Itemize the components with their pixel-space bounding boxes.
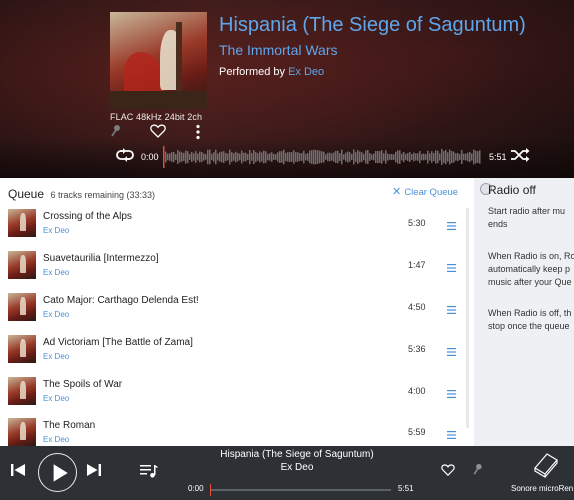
audio-format: FLAC 48kHz 24bit 2ch xyxy=(110,112,203,122)
queue-scrollbar[interactable] xyxy=(466,208,469,428)
track-title[interactable]: Hispania (The Siege of Saguntum) xyxy=(219,14,526,37)
queue-track-name[interactable]: Cato Major: Carthago Delenda Est! xyxy=(43,295,199,306)
queue-track-name[interactable]: The Roman xyxy=(43,420,95,431)
queue-row[interactable]: Crossing of the Alps Ex Deo 5:30 xyxy=(0,209,474,251)
queue-track-duration: 4:00 xyxy=(408,386,426,396)
queue-track-name[interactable]: Crossing of the Alps xyxy=(43,211,132,222)
clear-queue-label: Clear Queue xyxy=(404,187,459,198)
queue-track-duration: 4:50 xyxy=(408,302,426,312)
queue-remaining: 6 tracks remaining (33:33) xyxy=(50,190,156,200)
player-elapsed-time: 0:00 xyxy=(188,484,204,493)
album-title[interactable]: The Immortal Wars xyxy=(219,42,338,58)
track-thumbnail xyxy=(8,335,36,363)
repeat-icon[interactable] xyxy=(115,148,135,167)
queue-row[interactable]: The Spoils of War Ex Deo 4:00 xyxy=(0,377,474,419)
now-playing-hero: FLAC 48kHz 24bit 2ch Hispania (The Siege… xyxy=(0,0,574,178)
radio-title: Radio off xyxy=(488,183,536,197)
play-button[interactable] xyxy=(38,453,77,492)
player-seekbar[interactable] xyxy=(211,489,391,491)
track-thumbnail xyxy=(8,293,36,321)
player-artist[interactable]: Ex Deo xyxy=(220,462,374,473)
total-time: 5:51 xyxy=(489,152,507,162)
track-thumbnail xyxy=(8,418,36,446)
output-device-label[interactable]: Sonore microRen xyxy=(511,484,573,493)
hamburger-icon[interactable] xyxy=(447,385,456,403)
player-track-title[interactable]: Hispania (The Siege of Saguntum) xyxy=(220,449,374,460)
transport-bar: Hispania (The Siege of Saguntum) Ex Deo … xyxy=(0,446,574,500)
queue-track-name[interactable]: The Spoils of War xyxy=(43,379,122,390)
queue-track-duration: 5:59 xyxy=(408,427,426,437)
queue-track-artist[interactable]: Ex Deo xyxy=(43,435,69,444)
radio-start-text: Start radio after mu ends xyxy=(488,205,574,231)
hamburger-icon[interactable] xyxy=(447,259,456,277)
player-seek-head[interactable] xyxy=(210,484,211,496)
queue-music-icon[interactable] xyxy=(140,464,158,483)
hamburger-icon[interactable] xyxy=(447,426,456,444)
radio-on-text: When Radio is on, Ro automatically keep … xyxy=(488,250,574,289)
more-vert-icon[interactable] xyxy=(194,124,202,145)
queue-track-artist[interactable]: Ex Deo xyxy=(43,352,69,361)
radio-text-line: music after your Que xyxy=(488,277,572,288)
queue-track-name[interactable]: Ad Victoriam [The Battle of Zama] xyxy=(43,337,193,348)
heart-icon[interactable] xyxy=(150,124,166,143)
waveform-seekbar[interactable] xyxy=(163,146,481,168)
queue-track-duration: 1:47 xyxy=(408,260,426,270)
close-icon: ✕ xyxy=(392,186,402,198)
skip-next-icon[interactable] xyxy=(86,462,102,483)
clear-queue-button[interactable]: ✕ Clear Queue xyxy=(392,185,458,198)
heart-icon[interactable] xyxy=(441,463,455,481)
shuffle-icon[interactable] xyxy=(510,148,530,167)
radio-text-line: stop once the queue xyxy=(488,321,570,332)
radio-text-line: When Radio is off, th xyxy=(488,308,572,318)
elapsed-time: 0:00 xyxy=(141,152,159,162)
queue-track-artist[interactable]: Ex Deo xyxy=(43,394,69,403)
waveform-playhead xyxy=(163,146,165,168)
queue-row[interactable]: Cato Major: Carthago Delenda Est! Ex Deo… xyxy=(0,293,474,335)
queue-row[interactable]: Ad Victoriam [The Battle of Zama] Ex Deo… xyxy=(0,335,474,377)
track-thumbnail xyxy=(8,209,36,237)
radio-text-line: automatically keep p xyxy=(488,264,571,275)
play-icon xyxy=(53,464,68,482)
queue-track-artist[interactable]: Ex Deo xyxy=(43,226,69,235)
queue-row[interactable]: The Roman Ex Deo 5:59 xyxy=(0,418,474,446)
device-icon[interactable] xyxy=(531,452,559,483)
radio-text-line: Start radio after mu xyxy=(488,206,566,216)
queue-header: Queue 6 tracks remaining (33:33) xyxy=(8,185,155,203)
queue-row[interactable]: Suavetaurilia [Intermezzo] Ex Deo 1:47 xyxy=(0,251,474,293)
queue-title: Queue xyxy=(8,187,45,201)
radio-text-line: When Radio is on, Ro xyxy=(488,251,574,261)
queue-track-name[interactable]: Suavetaurilia [Intermezzo] xyxy=(43,253,159,264)
radio-text-line: ends xyxy=(488,219,508,230)
artist-link[interactable]: Ex Deo xyxy=(288,66,324,78)
queue-track-artist[interactable]: Ex Deo xyxy=(43,268,69,277)
track-thumbnail xyxy=(8,377,36,405)
track-thumbnail xyxy=(8,251,36,279)
hamburger-icon[interactable] xyxy=(447,301,456,319)
queue-track-duration: 5:30 xyxy=(408,218,426,228)
queue-track-duration: 5:36 xyxy=(408,344,426,354)
mic-icon[interactable] xyxy=(110,124,120,143)
hamburger-icon[interactable] xyxy=(447,343,456,361)
mic-icon[interactable] xyxy=(472,463,482,481)
radio-panel: Radio off Start radio after mu ends When… xyxy=(474,178,574,446)
performed-by: Performed by Ex Deo xyxy=(219,66,324,78)
radio-off-text: When Radio is off, th stop once the queu… xyxy=(488,307,574,333)
album-cover[interactable] xyxy=(110,12,207,109)
queue-track-artist[interactable]: Ex Deo xyxy=(43,310,69,319)
queue-panel: Queue 6 tracks remaining (33:33) ✕ Clear … xyxy=(0,178,474,446)
hamburger-icon[interactable] xyxy=(447,217,456,235)
player-total-time: 5:51 xyxy=(398,484,414,493)
skip-previous-icon[interactable] xyxy=(10,462,26,483)
performed-by-label: Performed by xyxy=(219,66,286,78)
